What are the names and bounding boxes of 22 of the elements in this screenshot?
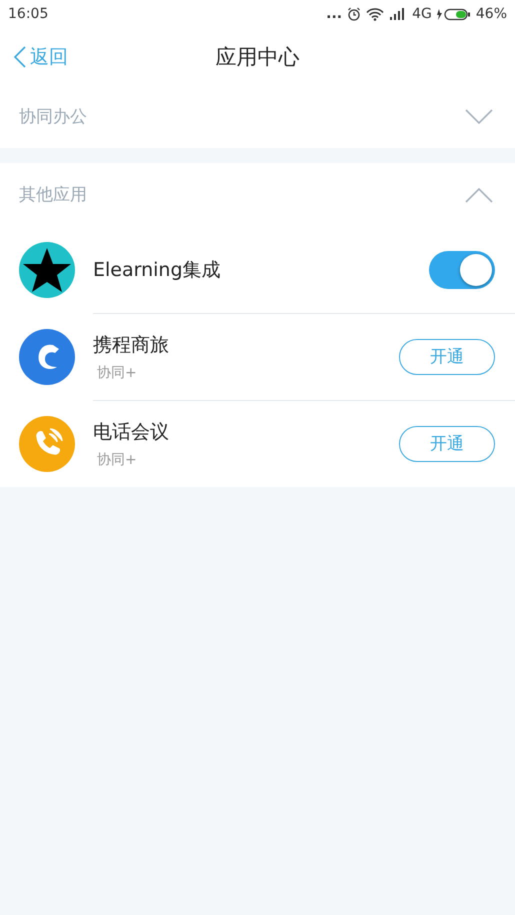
alarm-icon	[347, 7, 362, 21]
page-title: 应用中心	[216, 44, 300, 70]
section-header[interactable]: 其他应用	[0, 163, 515, 226]
app-name: 电话会议	[93, 420, 170, 444]
status-time: 16:05	[8, 6, 48, 22]
app-name: 携程商旅	[93, 332, 170, 358]
network-type: 4G	[412, 6, 432, 22]
back-chevron-icon	[14, 46, 26, 68]
activate-button[interactable]: 开通	[399, 338, 495, 374]
chevron-down-icon	[465, 108, 493, 124]
app-subtitle: 协同+	[97, 450, 138, 468]
chevron-up-icon	[465, 186, 493, 202]
battery-icon	[436, 8, 471, 20]
activate-button[interactable]: 开通	[399, 426, 495, 462]
wifi-icon	[366, 8, 384, 20]
battery-percent: 46%	[476, 6, 507, 22]
app-name: Elearning集成	[93, 258, 222, 282]
toggle-switch[interactable]	[429, 250, 495, 288]
section-header[interactable]: 协同办公	[0, 85, 515, 148]
back-button[interactable]: 返回	[0, 44, 68, 70]
app-subtitle: 协同+	[97, 364, 138, 382]
more-dots: ...	[326, 6, 342, 22]
